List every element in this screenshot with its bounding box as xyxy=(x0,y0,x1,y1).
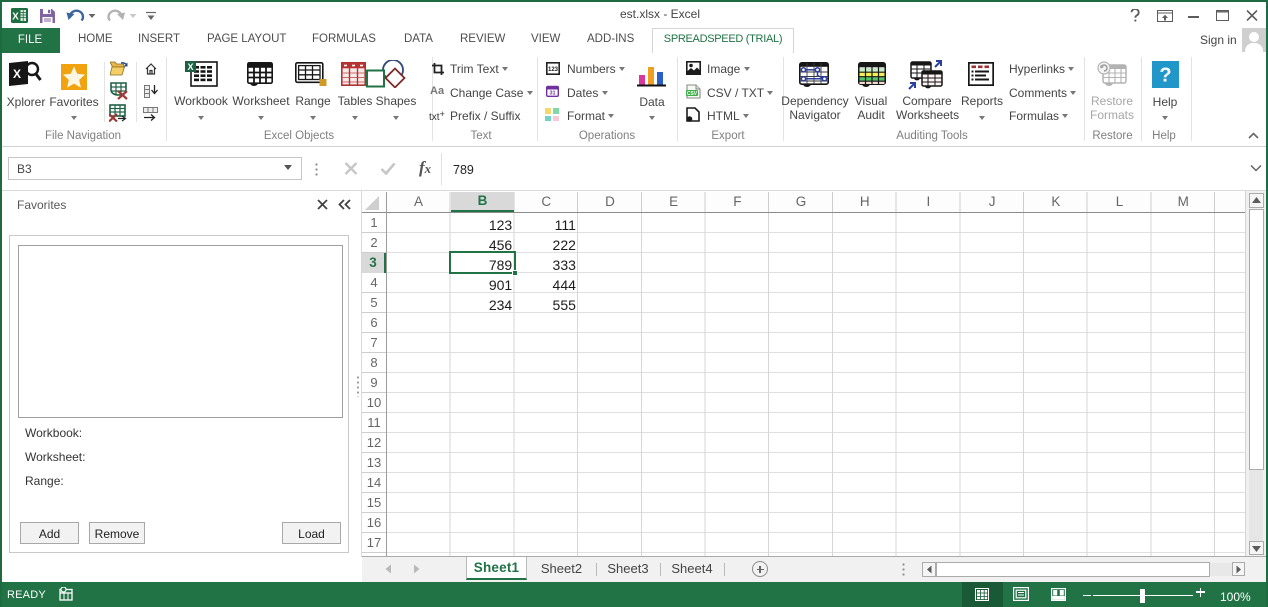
svg-text:X: X xyxy=(13,67,21,81)
svg-text:?: ? xyxy=(1159,65,1171,87)
svg-text:X: X xyxy=(187,62,193,72)
svg-text:X: X xyxy=(12,12,19,23)
svg-text:123: 123 xyxy=(548,67,559,73)
svg-text:31: 31 xyxy=(549,91,555,97)
svg-text:CSV: CSV xyxy=(687,91,698,97)
